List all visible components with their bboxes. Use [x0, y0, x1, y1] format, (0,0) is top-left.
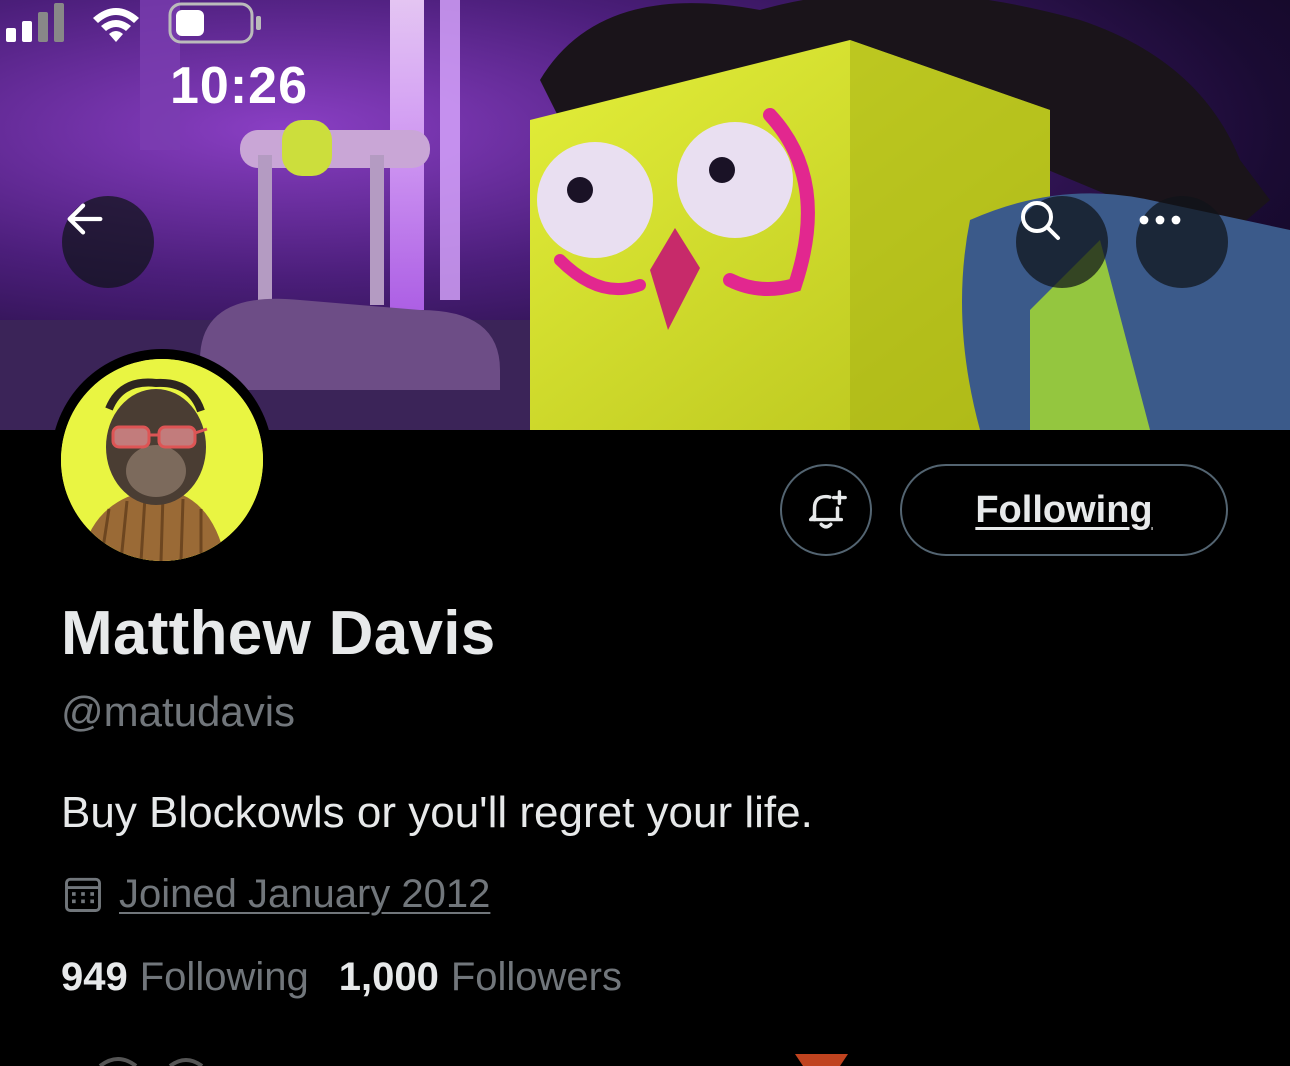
following-count: 949 — [61, 955, 128, 999]
avatar-image — [61, 359, 263, 561]
avatar[interactable] — [61, 359, 263, 561]
search-icon — [1021, 201, 1060, 240]
followed-by-row-partial — [98, 1054, 848, 1066]
joined-date-text: Joined January 2012 — [119, 871, 491, 916]
bell-plus-icon — [808, 490, 847, 529]
followers-stat[interactable]: 1,000 Followers — [339, 955, 622, 1000]
arrow-left-icon — [67, 203, 103, 235]
battery-icon — [168, 2, 261, 44]
cellular-signal-icon — [6, 3, 64, 42]
wifi-icon — [93, 8, 139, 42]
search-button[interactable] — [1016, 196, 1108, 288]
calendar-icon — [65, 877, 101, 912]
profile-bio: Buy Blockowls or you'll regret your life… — [61, 788, 813, 837]
joined-date: Joined January 2012 — [61, 868, 490, 920]
followers-count: 1,000 — [338, 955, 439, 999]
followers-label: Followers — [450, 955, 622, 999]
user-handle: @matudavis — [61, 688, 296, 735]
display-name: Matthew Davis — [61, 599, 496, 668]
notifications-button[interactable] — [780, 464, 872, 556]
status-time: 10:26 — [170, 57, 308, 115]
back-button[interactable] — [62, 196, 154, 288]
following-button[interactable]: Following — [900, 464, 1228, 556]
more-horizontal-icon — [1139, 215, 1181, 225]
following-label: Following — [139, 955, 309, 999]
more-button[interactable] — [1136, 196, 1228, 288]
follow-stats: 949 Following 1,000 Followers — [61, 955, 622, 1000]
status-icons — [6, 2, 261, 44]
following-stat[interactable]: 949 Following — [61, 955, 309, 1000]
